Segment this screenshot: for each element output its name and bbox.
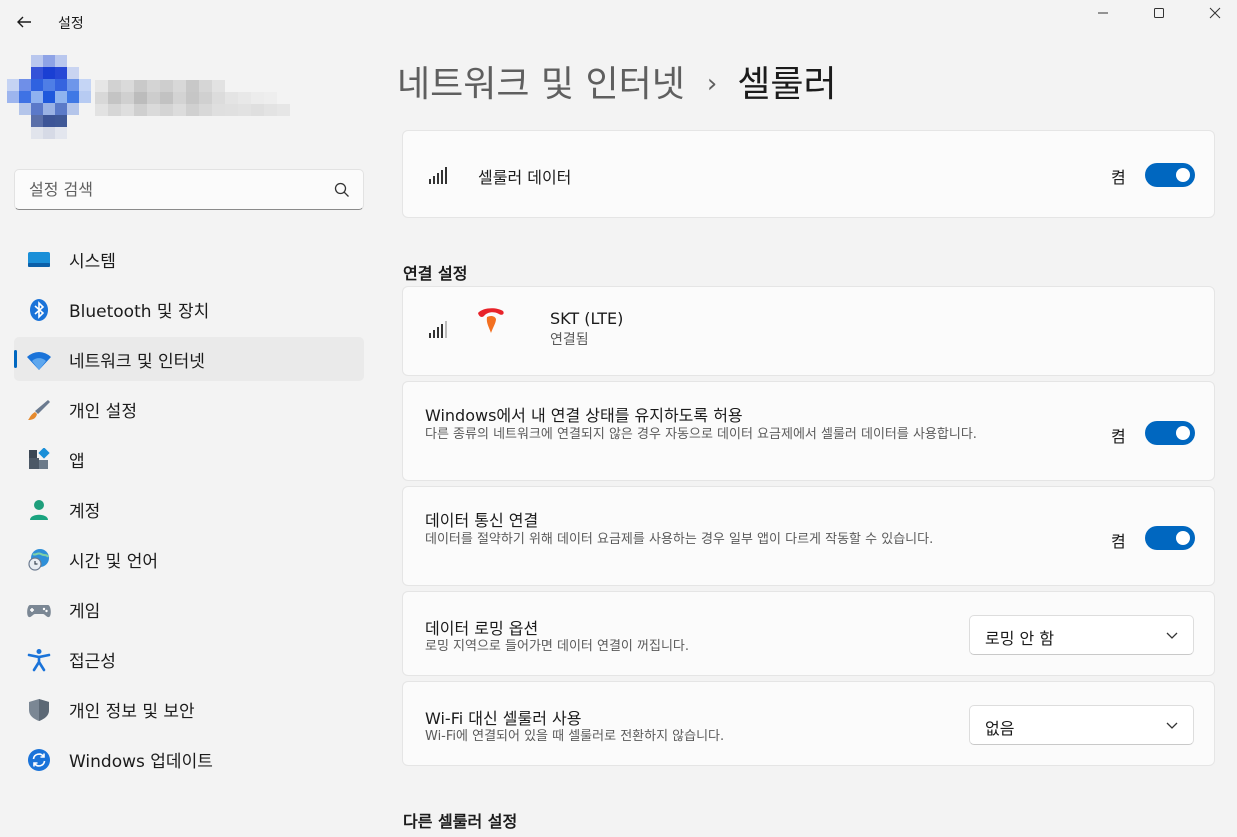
data-connection-card: 데이터 통신 연결 데이터를 절약하기 위해 데이터 요금제를 사용하는 경우 … [402,486,1215,586]
back-arrow-icon [17,16,31,28]
keep-connected-state: 켬 [1111,427,1126,446]
sidebar-item-label: 앱 [69,451,85,472]
cellular-data-state: 켬 [1111,168,1126,187]
data-connection-desc: 데이터를 절약하기 위해 데이터 요금제를 사용하는 경우 일부 앱이 다르게 … [425,532,934,547]
sidebar-item-label: 개인 정보 및 보안 [69,701,195,722]
chevron-down-icon [1166,632,1178,639]
section-title-other: 다른 셀룰러 설정 [403,812,518,831]
sidebar-item-gaming[interactable]: 게임 [14,587,364,631]
sidebar-item-label: 접근성 [69,651,116,672]
wifi-instead-title: Wi-Fi 대신 셀룰러 사용 [425,709,582,728]
sidebar-item-label: 네트워크 및 인터넷 [69,351,205,372]
keep-connected-toggle[interactable] [1145,421,1195,445]
minimize-icon [1098,12,1108,14]
update-icon [26,747,52,773]
maximize-button[interactable] [1136,0,1182,26]
carrier-card[interactable]: SKT (LTE) 연결됨 [402,286,1215,376]
section-title-connection: 연결 설정 [403,264,468,283]
roaming-desc: 로밍 지역으로 들어가면 데이터 연결이 꺼집니다. [425,639,689,654]
breadcrumb-parent[interactable]: 네트워크 및 인터넷 [397,64,685,105]
shield-icon [26,697,52,723]
system-icon [26,247,52,273]
sidebar-item-label: 게임 [69,601,101,622]
gamepad-icon [26,597,52,623]
sidebar-item-accessibility[interactable]: 접근성 [14,637,364,681]
roaming-dropdown-value: 로밍 안 함 [985,629,1055,648]
cellular-data-label: 셀룰러 데이터 [478,168,572,187]
account-icon [26,497,52,523]
sidebar-item-label: Bluetooth 및 장치 [69,301,210,322]
search-box[interactable] [14,169,364,210]
time-language-icon [26,547,52,573]
keep-connected-desc: 다른 종류의 네트워크에 연결되지 않은 경우 자동으로 데이터 요금제에서 셀… [425,427,977,442]
carrier-signal-icon [429,321,447,338]
accessibility-icon [26,647,52,673]
sidebar-item-label: Windows 업데이트 [69,751,213,772]
wifi-icon [26,347,52,373]
sidebar-nav: 시스템 Bluetooth 및 장치 네트워크 및 인터넷 개인 설정 앱 계정 [14,237,364,787]
app-title: 설정 [58,16,84,32]
apps-icon [26,447,52,473]
avatar[interactable] [5,55,101,147]
sidebar-item-system[interactable]: 시스템 [14,237,364,281]
sidebar-item-time-language[interactable]: 시간 및 언어 [14,537,364,581]
wifi-instead-card: Wi-Fi 대신 셀룰러 사용 Wi-Fi에 연결되어 있을 때 셀룰러로 전환… [402,681,1215,766]
sidebar-item-windows-update[interactable]: Windows 업데이트 [14,737,364,781]
maximize-icon [1154,8,1164,18]
carrier-status: 연결됨 [550,332,589,348]
wifi-instead-desc: Wi-Fi에 연결되어 있을 때 셀룰러로 전환하지 않습니다. [425,729,725,744]
sidebar-item-accounts[interactable]: 계정 [14,487,364,531]
back-button[interactable] [10,8,38,36]
sidebar-item-network[interactable]: 네트워크 및 인터넷 [14,337,364,381]
sidebar-item-apps[interactable]: 앱 [14,437,364,481]
close-icon [1209,7,1221,19]
wifi-instead-dropdown-value: 없음 [985,719,1015,738]
carrier-logo-icon [478,308,504,333]
roaming-title: 데이터 로밍 옵션 [425,619,539,638]
data-connection-title: 데이터 통신 연결 [425,511,539,530]
carrier-name: SKT (LTE) [550,309,624,328]
sidebar-item-label: 시스템 [69,251,116,272]
breadcrumb-separator: › [706,69,718,99]
sidebar-item-privacy[interactable]: 개인 정보 및 보안 [14,687,364,731]
cellular-signal-icon [429,167,447,184]
sidebar-item-label: 시간 및 언어 [69,551,159,572]
wifi-instead-dropdown[interactable]: 없음 [969,705,1194,745]
roaming-card: 데이터 로밍 옵션 로밍 지역으로 들어가면 데이터 연결이 꺼집니다. 로밍 … [402,591,1215,676]
sidebar-item-personalization[interactable]: 개인 설정 [14,387,364,431]
search-icon[interactable] [333,181,351,199]
keep-connected-title: Windows에서 내 연결 상태를 유지하도록 허용 [425,406,743,425]
paintbrush-icon [26,397,52,423]
keep-connected-card: Windows에서 내 연결 상태를 유지하도록 허용 다른 종류의 네트워크에… [402,381,1215,481]
close-button[interactable] [1192,0,1237,26]
cellular-data-toggle[interactable] [1145,163,1195,187]
roaming-dropdown[interactable]: 로밍 안 함 [969,615,1194,655]
title-bar: 설정 [0,0,1237,44]
cellular-data-card: 셀룰러 데이터 켬 [402,130,1215,218]
profile-name-redacted [95,80,290,116]
page-title: 셀룰러 [737,64,837,105]
chevron-down-icon [1166,722,1178,729]
minimize-button[interactable] [1080,0,1126,26]
data-connection-toggle[interactable] [1145,526,1195,550]
sidebar-item-label: 개인 설정 [69,401,137,422]
search-input[interactable] [15,170,325,209]
bluetooth-icon [26,297,52,323]
sidebar-item-bluetooth[interactable]: Bluetooth 및 장치 [14,287,364,331]
sidebar-item-label: 계정 [69,501,101,522]
data-connection-state: 켬 [1111,532,1126,551]
breadcrumb: 네트워크 및 인터넷 › 셀룰러 [397,60,837,113]
